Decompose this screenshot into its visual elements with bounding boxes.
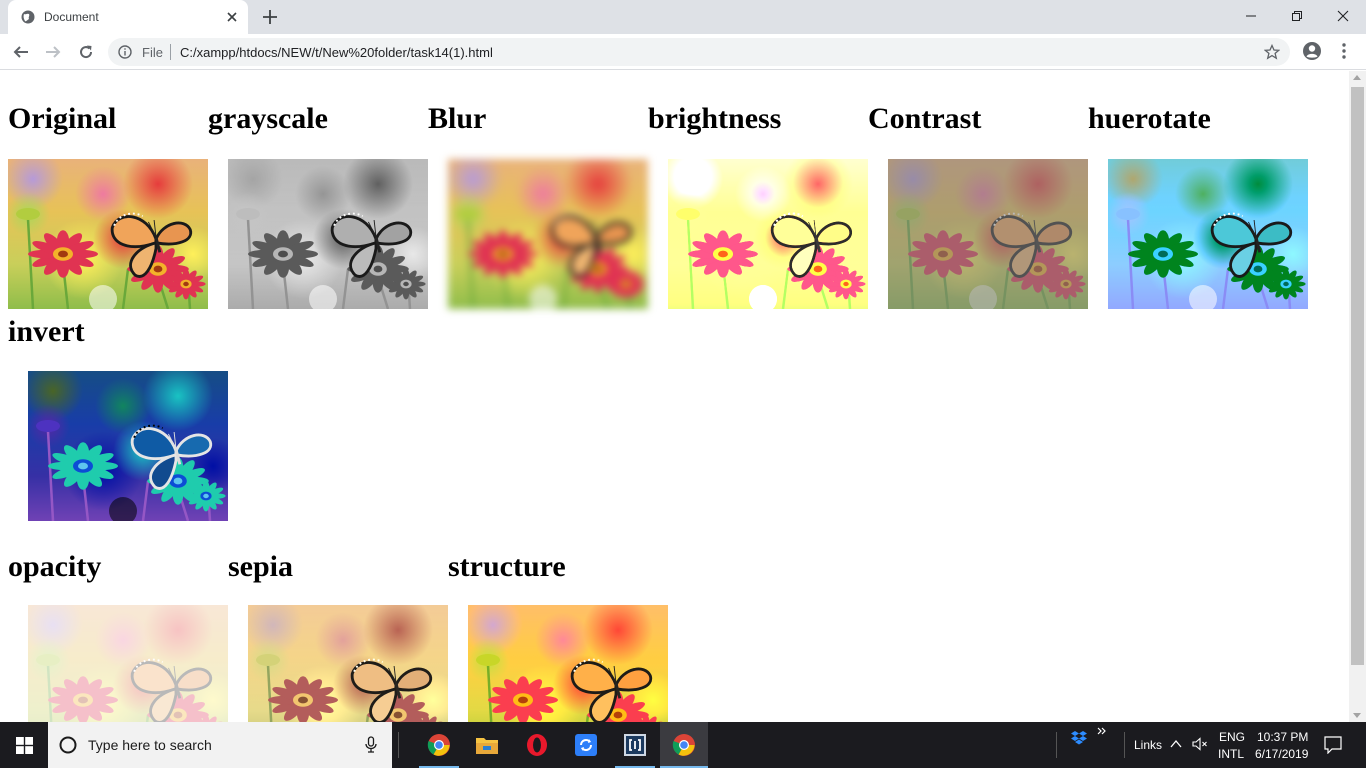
address-bar[interactable]: File C:/xampp/htdocs/NEW/t/New%20folder/…: [108, 38, 1290, 66]
taskbar-divider: [1056, 732, 1057, 758]
photo-original: [8, 159, 208, 309]
opera-icon: [527, 734, 547, 756]
globe-icon: [21, 10, 35, 24]
photo-opacity: [28, 605, 228, 722]
start-button[interactable]: [0, 722, 48, 768]
volume-muted-icon[interactable]: [1192, 737, 1208, 751]
notifications-icon[interactable]: [1324, 736, 1342, 754]
photo-blur: [448, 159, 648, 309]
omnibox-divider: [170, 44, 171, 60]
photo-invert: [28, 371, 228, 521]
cortana-icon: [59, 736, 77, 754]
scroll-down-arrow-icon[interactable]: [1353, 713, 1361, 718]
photo-structure: [468, 605, 668, 722]
page-viewport: Original grayscale Blur brightness Contr…: [0, 71, 1349, 722]
input-language[interactable]: ENG: [1219, 730, 1245, 744]
keyboard-layout[interactable]: INTL: [1218, 747, 1244, 761]
taskbar-sync-app[interactable]: [566, 722, 606, 768]
tab-title: Document: [44, 10, 99, 24]
more-vertical-icon[interactable]: [1338, 42, 1350, 60]
clock-time[interactable]: 10:37 PM: [1257, 730, 1308, 744]
search-placeholder: Type here to search: [88, 737, 212, 753]
caption-blur: Blur: [428, 102, 487, 135]
url-text[interactable]: C:/xampp/htdocs/NEW/t/New%20folder/task1…: [180, 45, 493, 60]
scrollbar-thumb[interactable]: [1351, 87, 1364, 665]
caption-structure: structure: [448, 550, 566, 583]
clock-date[interactable]: 6/17/2019: [1255, 747, 1308, 761]
arrow-right-icon: [46, 46, 61, 58]
minimize-button[interactable]: [1228, 0, 1274, 32]
minimize-icon: [1246, 15, 1256, 17]
caption-grayscale: grayscale: [208, 102, 328, 135]
browser-toolbar: File C:/xampp/htdocs/NEW/t/New%20folder/…: [0, 34, 1366, 70]
caption-invert: invert: [8, 315, 85, 348]
taskbar-bracket-app[interactable]: [615, 722, 655, 768]
restore-button[interactable]: [1274, 0, 1320, 32]
dropbox-icon[interactable]: [1070, 730, 1088, 746]
scroll-up-arrow-icon[interactable]: [1353, 75, 1361, 80]
chevron-double-right-icon[interactable]: [1097, 727, 1107, 735]
tab-document[interactable]: Document: [8, 0, 248, 34]
taskbar-divider: [1124, 732, 1125, 758]
browser-tab-strip: Document: [0, 0, 1366, 34]
star-icon[interactable]: [1264, 44, 1280, 60]
taskbar-search-box[interactable]: Type here to search: [48, 722, 392, 768]
close-icon[interactable]: [224, 9, 240, 25]
links-toolbar-label[interactable]: Links: [1134, 738, 1162, 752]
reload-icon: [80, 45, 93, 59]
taskbar-chrome-active[interactable]: [660, 722, 708, 768]
close-icon: [1337, 10, 1349, 22]
caption-original: Original: [8, 102, 117, 135]
photo-huerotate: [1108, 159, 1308, 309]
photo-brightness: [668, 159, 868, 309]
taskbar-file-explorer[interactable]: [467, 722, 507, 768]
vertical-scrollbar[interactable]: [1349, 71, 1366, 722]
caption-opacity: opacity: [8, 550, 102, 583]
forward-button[interactable]: [42, 41, 64, 63]
caption-sepia: sepia: [228, 550, 294, 583]
bracket-app-icon: [624, 734, 646, 756]
account-icon[interactable]: [1302, 41, 1322, 61]
photo-contrast: [888, 159, 1088, 309]
caption-contrast: Contrast: [868, 102, 982, 135]
reload-button[interactable]: [75, 41, 97, 63]
info-icon[interactable]: [118, 45, 132, 59]
plus-icon[interactable]: [261, 8, 279, 26]
restore-icon: [1292, 11, 1302, 21]
chrome-icon: [672, 734, 695, 756]
taskbar-opera[interactable]: [517, 722, 557, 768]
back-button[interactable]: [10, 41, 32, 63]
taskbar-divider: [398, 732, 399, 758]
chrome-icon: [427, 734, 450, 756]
microphone-icon[interactable]: [364, 736, 378, 754]
windows-logo-icon: [15, 736, 33, 754]
file-explorer-icon: [476, 738, 498, 754]
chevron-up-icon[interactable]: [1170, 739, 1182, 749]
caption-brightness: brightness: [648, 102, 782, 135]
caption-huerotate: huerotate: [1088, 102, 1211, 135]
window-close-button[interactable]: [1320, 0, 1366, 32]
scheme-label: File: [142, 45, 163, 60]
windows-taskbar: Type here to search Links ENG INTL 10:37…: [0, 722, 1366, 768]
taskbar-chrome[interactable]: [419, 722, 459, 768]
arrow-left-icon: [13, 46, 28, 58]
photo-sepia: [248, 605, 448, 722]
photo-grayscale: [228, 159, 428, 309]
sync-app-icon: [575, 734, 597, 756]
